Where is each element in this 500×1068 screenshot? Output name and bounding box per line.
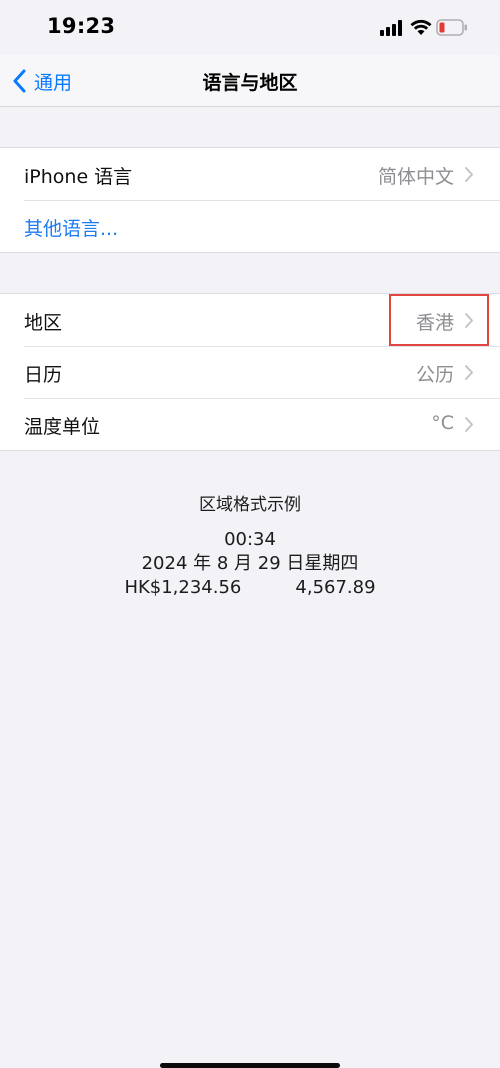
status-icons: [380, 18, 468, 40]
temperature-unit-row[interactable]: 温度单位 °C: [0, 398, 500, 450]
chevron-right-icon: [465, 417, 473, 432]
temperature-unit-label: 温度单位: [24, 416, 101, 438]
region-section: 地区 香港 日历 公历 温度单位 °C: [0, 293, 500, 451]
calendar-label: 日历: [24, 364, 63, 386]
chevron-right-icon: [465, 167, 473, 182]
language-section: iPhone 语言 简体中文 其他语言...: [0, 147, 500, 253]
format-example-number: 4,567.89: [295, 577, 376, 598]
format-example-date: 2024 年 8 月 29 日星期四: [141, 553, 359, 574]
region-format-example: 区域格式示例 00:34 2024 年 8 月 29 日星期四 HK$1,234…: [0, 490, 500, 600]
home-indicator[interactable]: [160, 1063, 340, 1068]
chevron-right-icon: [465, 313, 473, 328]
cellular-signal-icon: [380, 20, 402, 36]
wifi-icon: [410, 19, 432, 35]
battery-low-icon: [436, 19, 467, 36]
iphone-language-value: 简体中文: [377, 166, 454, 188]
navigation-bar: 通用 语言与地区: [0, 55, 500, 107]
iphone-language-label: iPhone 语言: [24, 166, 133, 188]
region-row[interactable]: 地区 香港: [0, 294, 500, 346]
iphone-language-row[interactable]: iPhone 语言 简体中文: [0, 148, 500, 200]
format-example-title: 区域格式示例: [199, 495, 301, 515]
other-languages-row[interactable]: 其他语言...: [0, 200, 500, 252]
format-example-time: 00:34: [224, 529, 276, 550]
format-example-currency: HK$1,234.56: [124, 577, 242, 598]
region-value: 香港: [415, 312, 454, 334]
other-languages-link[interactable]: 其他语言...: [24, 214, 118, 241]
page-title: 语言与地区: [202, 72, 298, 94]
status-time: 19:23: [47, 14, 116, 38]
status-bar: 19:23: [0, 0, 500, 55]
region-label: 地区: [24, 312, 63, 334]
format-example-numbers: HK$1,234.56 4,567.89: [0, 576, 500, 600]
calendar-row[interactable]: 日历 公历: [0, 346, 500, 398]
calendar-value: 公历: [415, 364, 454, 386]
chevron-right-icon: [465, 365, 473, 380]
temperature-unit-value: °C: [431, 412, 454, 434]
